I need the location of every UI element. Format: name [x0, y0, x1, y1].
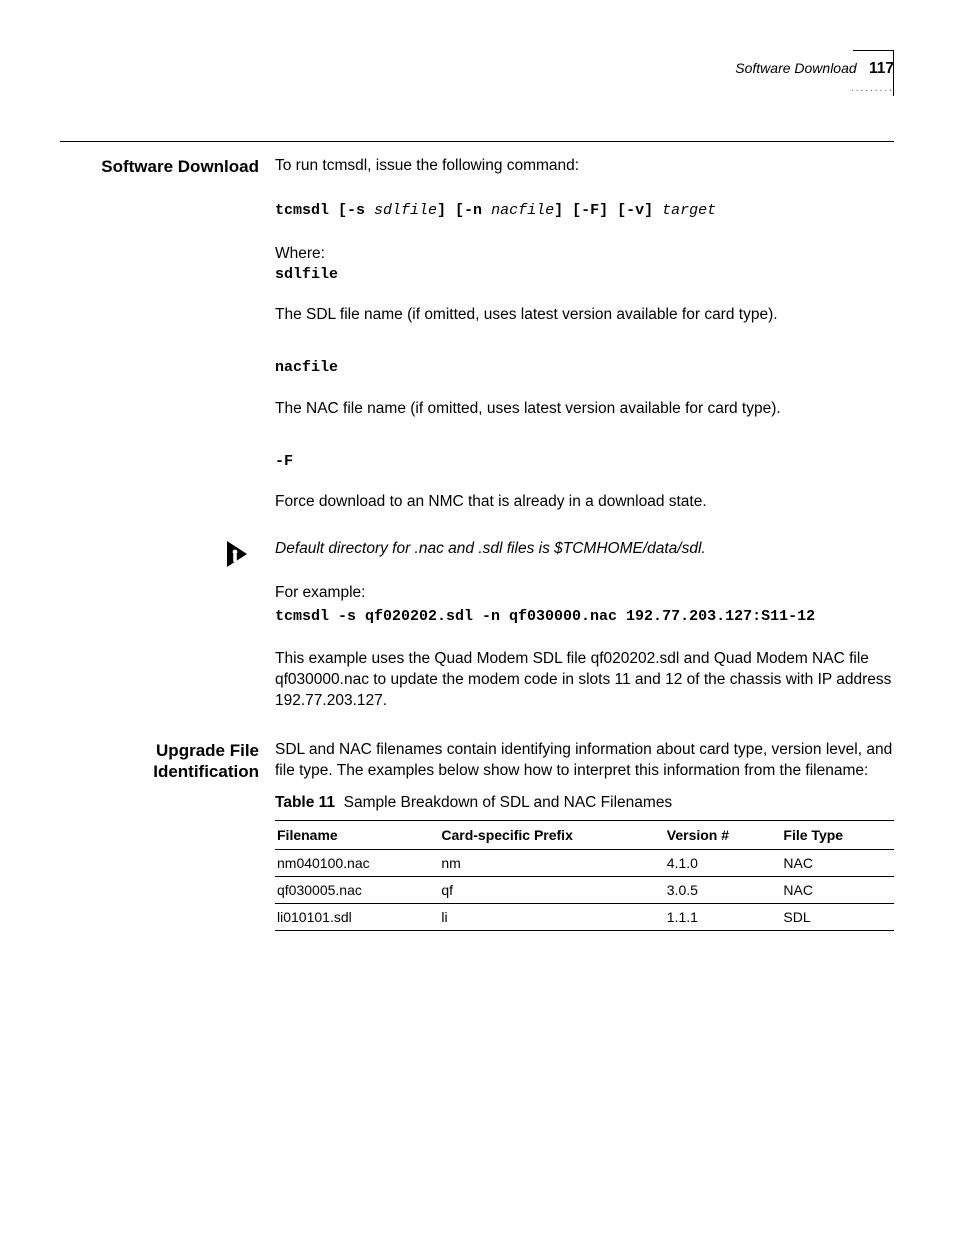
cell: 1.1.1: [665, 903, 782, 930]
heading-line: Upgrade File: [156, 741, 259, 760]
section-heading: Upgrade File Identification: [60, 740, 275, 783]
cell: qf: [439, 876, 664, 903]
page-header: Software Download 117 .........: [60, 60, 894, 96]
param-name-nacfile: nacfile: [275, 358, 894, 378]
cell: qf030005.nac: [275, 876, 439, 903]
table-row: qf030005.nac qf 3.0.5 NAC: [275, 876, 894, 903]
cell: li: [439, 903, 664, 930]
section-upgrade-file-id: Upgrade File Identification SDL and NAC …: [60, 740, 894, 931]
cell: SDL: [781, 903, 894, 930]
note-row: Default directory for .nac and .sdl file…: [60, 539, 894, 740]
col-version: Version #: [665, 820, 782, 849]
header-breadcrumb: Software Download: [735, 60, 856, 76]
heading-line: Identification: [153, 762, 259, 781]
where-label: Where:: [275, 245, 894, 263]
table-number: Table 11: [275, 794, 335, 811]
param-desc-f: Force download to an NMC that is already…: [275, 492, 894, 513]
cmd-arg: nacfile: [491, 202, 554, 219]
col-prefix: Card-specific Prefix: [439, 820, 664, 849]
cell: 3.0.5: [665, 876, 782, 903]
cmd-token: tcmsdl [-s: [275, 202, 374, 219]
param-desc-sdlfile: The SDL file name (if omitted, uses late…: [275, 305, 894, 326]
cell: 4.1.0: [665, 849, 782, 876]
note-body: Default directory for .nac and .sdl file…: [275, 539, 894, 740]
table-header-row: Filename Card-specific Prefix Version # …: [275, 820, 894, 849]
command-syntax: tcmsdl [-s sdlfile] [-n nacfile] [-F] [-…: [275, 201, 894, 221]
col-filename: Filename: [275, 820, 439, 849]
param-name-sdlfile: sdlfile: [275, 265, 894, 285]
section-software-download: Software Download To run tcmsdl, issue t…: [60, 156, 894, 539]
cell: NAC: [781, 849, 894, 876]
example-desc: This example uses the Quad Modem SDL fil…: [275, 649, 894, 712]
upgrade-intro: SDL and NAC filenames contain identifyin…: [275, 740, 894, 782]
header-corner-rule: [853, 50, 894, 96]
example-command: tcmsdl -s qf020202.sdl -n qf030000.nac 1…: [275, 606, 894, 628]
param-name-f: -F: [275, 452, 894, 472]
cell: nm: [439, 849, 664, 876]
table-caption: Table 11 Sample Breakdown of SDL and NAC…: [275, 794, 894, 812]
col-filetype: File Type: [781, 820, 894, 849]
param-desc-nacfile: The NAC file name (if omitted, uses late…: [275, 399, 894, 420]
horizontal-rule: [60, 141, 894, 142]
table-title: Sample Breakdown of SDL and NAC Filename…: [344, 794, 673, 811]
table-row: nm040100.nac nm 4.1.0 NAC: [275, 849, 894, 876]
section-body: To run tcmsdl, issue the following comma…: [275, 156, 894, 539]
filename-table: Filename Card-specific Prefix Version # …: [275, 820, 894, 931]
cmd-token: ] [-n: [437, 202, 491, 219]
cmd-arg: sdlfile: [374, 202, 437, 219]
note-text: Default directory for .nac and .sdl file…: [275, 539, 894, 560]
example-label: For example:: [275, 584, 894, 602]
cell: NAC: [781, 876, 894, 903]
info-arrow-icon: [225, 539, 259, 569]
page: Software Download 117 ......... Software…: [0, 0, 954, 1235]
cell: li010101.sdl: [275, 903, 439, 930]
cell: nm040100.nac: [275, 849, 439, 876]
cmd-token: ] [-F] [-v]: [554, 202, 662, 219]
intro-text: To run tcmsdl, issue the following comma…: [275, 156, 894, 177]
table-row: li010101.sdl li 1.1.1 SDL: [275, 903, 894, 930]
cmd-arg: target: [662, 202, 716, 219]
section-heading: Software Download: [60, 156, 275, 177]
section-body: SDL and NAC filenames contain identifyin…: [275, 740, 894, 931]
